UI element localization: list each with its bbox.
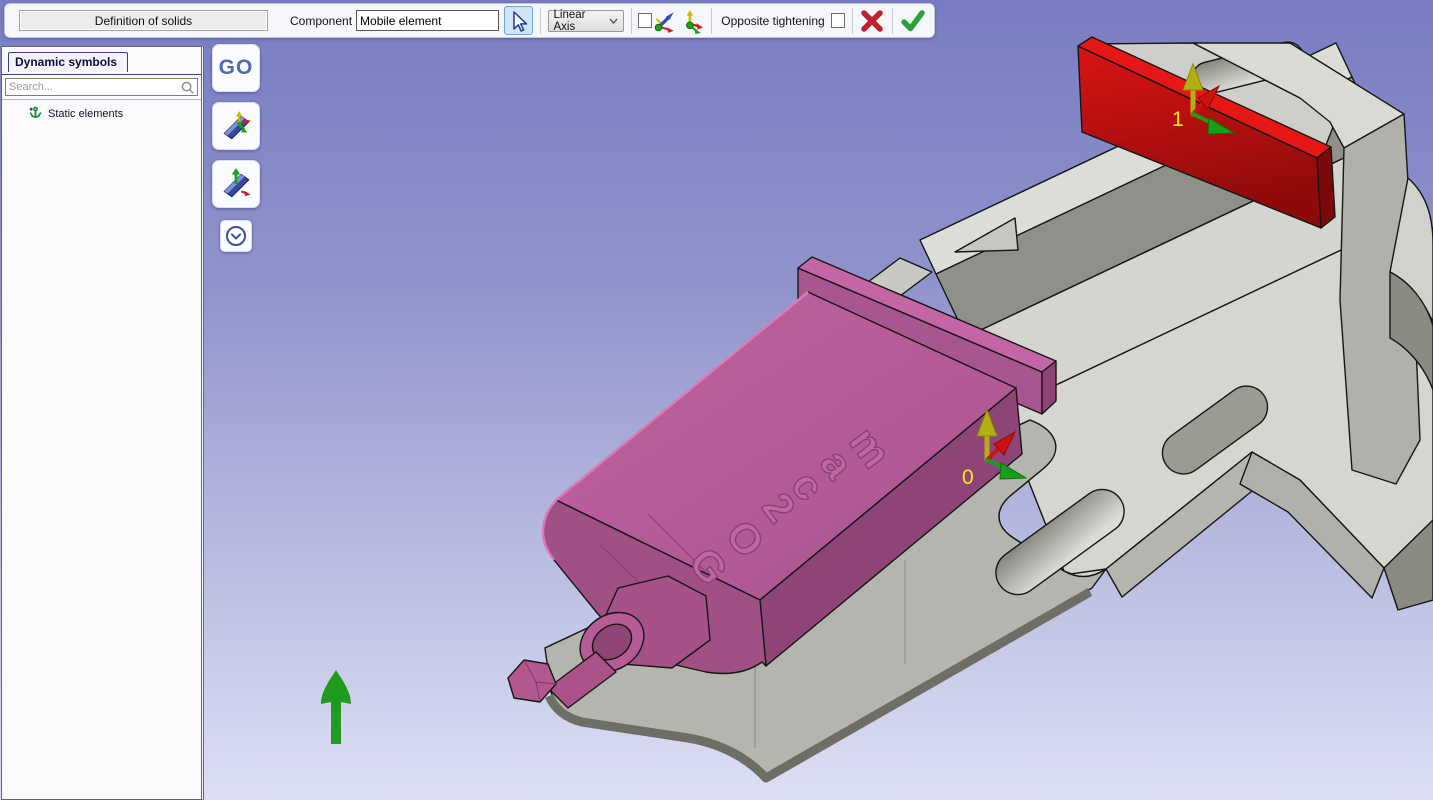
cursor-arrow-icon — [506, 9, 530, 33]
cancel-button[interactable] — [859, 7, 885, 35]
select-cursor-button[interactable] — [504, 6, 533, 35]
axis-label-1: 1 — [1172, 108, 1184, 131]
search-icon — [180, 80, 197, 95]
tree-item-label: Static elements — [48, 108, 123, 120]
dynamic-symbols-panel: Dynamic symbols Static elements — [1, 46, 204, 800]
chevron-down-icon — [609, 18, 618, 24]
chevron-circle-icon — [224, 224, 248, 248]
opposite-tightening-checkbox[interactable] — [831, 13, 845, 28]
separator — [892, 8, 893, 34]
confirm-check-icon — [900, 8, 926, 34]
axis-triad-button[interactable] — [678, 7, 704, 35]
axis-jog-button[interactable] — [652, 7, 678, 35]
anchor-icon — [28, 106, 43, 121]
expand-chevron-button[interactable] — [220, 220, 252, 252]
confirm-button[interactable] — [900, 7, 926, 35]
mobile-jaw-arrow-icon — [218, 166, 254, 202]
opposite-tightening-label: Opposite tightening — [721, 14, 824, 28]
mobile-jaw-arrow-button[interactable] — [212, 160, 260, 208]
component-label: Component — [290, 14, 352, 28]
tab-underline — [2, 74, 201, 75]
tab-dynamic-symbols[interactable]: Dynamic symbols — [8, 52, 128, 72]
symbols-tree: Static elements — [2, 99, 201, 121]
separator — [631, 8, 632, 34]
component-input[interactable] — [356, 10, 499, 31]
mobile-jaw-triad-icon — [218, 108, 254, 144]
separator — [711, 8, 712, 34]
mobile-jaw-triad-button[interactable] — [212, 102, 260, 150]
axis-type-value: Linear Axis — [554, 9, 605, 33]
search-box — [5, 78, 198, 96]
page-title: Definition of solids — [19, 10, 268, 31]
axis-label-0: 0 — [962, 466, 974, 489]
separator — [852, 8, 853, 34]
cancel-cross-icon — [860, 9, 884, 33]
top-toolbar: Definition of solids Component Linear Ax… — [4, 3, 935, 38]
search-input[interactable] — [6, 81, 180, 93]
axis-option-checkbox[interactable] — [638, 13, 652, 28]
separator — [540, 8, 541, 34]
axis-type-dropdown[interactable]: Linear Axis — [548, 10, 624, 32]
axis-triad-icon — [678, 8, 704, 34]
jaw-plate-end — [1317, 147, 1335, 228]
go-logo-button[interactable]: GO — [212, 44, 260, 92]
axis-jog-icon — [652, 8, 678, 34]
tree-item-static-elements[interactable]: Static elements — [2, 106, 201, 121]
application-window: GO2cam 0 1 Definition of solids Componen… — [0, 0, 1433, 800]
go-logo: GO — [219, 56, 254, 80]
